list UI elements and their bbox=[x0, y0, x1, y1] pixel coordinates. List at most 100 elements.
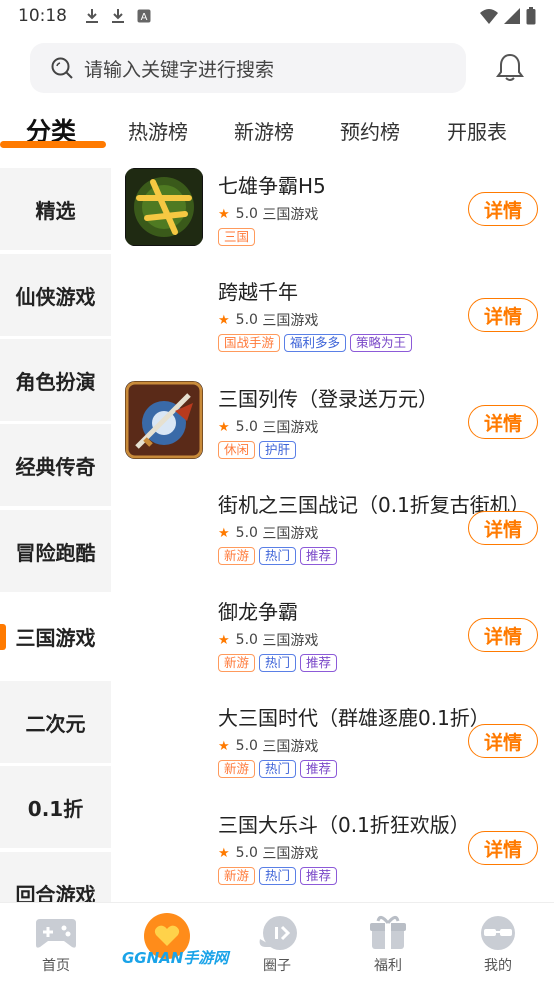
game-genre: 三国游戏 bbox=[262, 420, 319, 436]
detail-button[interactable]: 详情 bbox=[468, 298, 538, 332]
game-tag: 护肝 bbox=[259, 441, 297, 459]
detail-button[interactable]: 详情 bbox=[468, 724, 538, 758]
status-bar: 10:18 A bbox=[0, 0, 554, 32]
game-tag: 推荐 bbox=[300, 760, 338, 778]
sidebar-item-parkour[interactable]: 冒险跑酷 bbox=[0, 510, 111, 592]
game-tag: 推荐 bbox=[300, 867, 338, 885]
game-genre: 三国游戏 bbox=[262, 526, 319, 542]
sidebar-item-featured[interactable]: 精选 bbox=[0, 168, 111, 250]
game-genre: 三国游戏 bbox=[262, 739, 319, 755]
star-icon: ★ bbox=[218, 845, 230, 861]
game-row[interactable]: 三国列传（登录送万元） ★ 5.0 三国游戏 休闲 护肝 详情 bbox=[111, 377, 554, 483]
sidebar-item-xianxia[interactable]: 仙侠游戏 bbox=[0, 254, 111, 336]
game-tag: 休闲 bbox=[218, 441, 256, 459]
sidebar-item-label: 二次元 bbox=[25, 711, 86, 736]
game-tag: 三国 bbox=[218, 228, 256, 246]
detail-button[interactable]: 详情 bbox=[468, 831, 538, 865]
nav-label: 我的 bbox=[484, 958, 512, 974]
sidebar-item-turn-based[interactable]: 回合游戏 bbox=[0, 852, 111, 902]
nav-label: 首页 bbox=[42, 958, 70, 974]
sidebar-item-anime[interactable]: 二次元 bbox=[0, 681, 111, 763]
game-tags: 三国 bbox=[218, 228, 256, 246]
nav-welfare[interactable]: 福利 bbox=[348, 915, 428, 975]
profile-icon bbox=[481, 916, 515, 950]
search-row: 请输入关键字进行搜索 bbox=[30, 42, 530, 94]
game-tags: 新游 热门 推荐 bbox=[218, 867, 338, 885]
game-tag: 福利多多 bbox=[284, 334, 347, 352]
sidebar-item-label: 角色扮演 bbox=[15, 369, 96, 394]
game-rating: ★ 5.0 三国游戏 bbox=[218, 417, 318, 437]
game-list: 七雄争霸H5 ★ 5.0 三国游戏 三国 详情 跨越千年 ★ 5.0 三国游戏 国战… bbox=[111, 160, 554, 902]
detail-button[interactable]: 详情 bbox=[468, 511, 538, 545]
active-tab-underline bbox=[0, 141, 106, 148]
game-rating: ★ 5.0 三国游戏 bbox=[218, 630, 318, 650]
game-tag: 热门 bbox=[259, 547, 297, 565]
nav-circle[interactable]: 圈子 bbox=[237, 915, 317, 975]
game-genre: 三国游戏 bbox=[262, 633, 319, 649]
game-rating: ★ 5.0 三国游戏 bbox=[218, 736, 318, 756]
game-tags: 新游 热门 推荐 bbox=[218, 760, 338, 778]
game-tag: 新游 bbox=[218, 547, 256, 565]
game-genre: 三国游戏 bbox=[262, 207, 319, 223]
game-rating: ★ 5.0 三国游戏 bbox=[218, 310, 318, 330]
category-tabs: 分类 热游榜 新游榜 预约榜 开服表 bbox=[0, 112, 554, 156]
sidebar-item-three-kingdoms[interactable]: 三国游戏 bbox=[0, 595, 111, 677]
download-icon bbox=[86, 9, 98, 23]
gamepad-icon bbox=[36, 919, 76, 948]
rating-value: 5.0 bbox=[235, 525, 258, 541]
detail-button[interactable]: 详情 bbox=[468, 618, 538, 652]
star-icon: ★ bbox=[218, 738, 230, 754]
rating-value: 5.0 bbox=[235, 419, 258, 435]
tab-reservation[interactable]: 预约榜 bbox=[340, 112, 400, 152]
sidebar-item-rpg[interactable]: 角色扮演 bbox=[0, 339, 111, 421]
game-title: 御龙争霸 bbox=[218, 600, 298, 624]
star-icon: ★ bbox=[218, 525, 230, 541]
status-system-icons bbox=[480, 7, 536, 25]
nav-home[interactable]: 首页 bbox=[16, 915, 96, 975]
search-input[interactable]: 请输入关键字进行搜索 bbox=[30, 43, 466, 93]
game-row[interactable]: 御龙争霸 ★ 5.0 三国游戏 新游 热门 推荐 详情 bbox=[111, 590, 554, 696]
nav-profile[interactable]: 我的 bbox=[458, 915, 538, 975]
game-row[interactable]: 七雄争霸H5 ★ 5.0 三国游戏 三国 详情 bbox=[111, 164, 554, 270]
status-notification-icons: A bbox=[85, 8, 151, 24]
star-icon: ★ bbox=[218, 312, 230, 328]
bell-icon[interactable] bbox=[496, 52, 524, 82]
game-tag: 热门 bbox=[259, 654, 297, 672]
sidebar-active-indicator bbox=[0, 624, 6, 650]
game-rating: ★ 5.0 三国游戏 bbox=[218, 204, 318, 224]
game-row[interactable]: 三国大乐斗（0.1折狂欢版） ★ 5.0 三国游戏 新游 热门 推荐 详情 bbox=[111, 803, 554, 902]
sidebar-item-label: 精选 bbox=[35, 198, 76, 223]
rating-value: 5.0 bbox=[235, 206, 258, 222]
game-tag: 新游 bbox=[218, 654, 256, 672]
game-row[interactable]: 街机之三国战记（0.1折复古街机） ★ 5.0 三国游戏 新游 热门 推荐 详情 bbox=[111, 483, 554, 589]
game-row[interactable]: 大三国时代（群雄逐鹿0.1折） ★ 5.0 三国游戏 新游 热门 推荐 详情 bbox=[111, 696, 554, 802]
tab-new-games[interactable]: 新游榜 bbox=[234, 112, 294, 152]
sidebar-item-classic-legend[interactable]: 经典传奇 bbox=[0, 424, 111, 506]
game-rating: ★ 5.0 三国游戏 bbox=[218, 523, 318, 543]
game-row[interactable]: 跨越千年 ★ 5.0 三国游戏 国战手游 福利多多 策略为王 详情 bbox=[111, 270, 554, 376]
nav-label: 圈子 bbox=[263, 958, 291, 974]
game-title: 七雄争霸H5 bbox=[218, 174, 326, 198]
game-tag: 新游 bbox=[218, 867, 256, 885]
chat-icon bbox=[259, 916, 297, 950]
game-title: 三国大乐斗（0.1折狂欢版） bbox=[218, 813, 470, 837]
sidebar-item-label: 三国游戏 bbox=[15, 625, 96, 650]
sidebar-item-label: 经典传奇 bbox=[15, 454, 96, 479]
rating-value: 5.0 bbox=[235, 738, 258, 754]
download-icon bbox=[112, 9, 124, 23]
detail-button[interactable]: 详情 bbox=[468, 405, 538, 439]
star-icon: ★ bbox=[218, 419, 230, 435]
game-genre: 三国游戏 bbox=[262, 846, 319, 862]
tab-server-schedule[interactable]: 开服表 bbox=[447, 112, 507, 152]
detail-button[interactable]: 详情 bbox=[468, 192, 538, 226]
signal-icon bbox=[504, 8, 520, 24]
sidebar-item-discount[interactable]: 0.1折 bbox=[0, 766, 111, 848]
tab-hot-games[interactable]: 热游榜 bbox=[128, 112, 188, 152]
game-tags: 休闲 护肝 bbox=[218, 441, 297, 459]
game-tag: 策略为王 bbox=[350, 334, 413, 352]
sidebar-item-label: 仙侠游戏 bbox=[15, 284, 96, 309]
bottom-nav: 首页 圈子 福利 我的 GGNAN手游网 bbox=[0, 902, 554, 984]
game-tags: 新游 热门 推荐 bbox=[218, 654, 338, 672]
svg-text:A: A bbox=[141, 12, 148, 23]
game-tag: 推荐 bbox=[300, 547, 338, 565]
